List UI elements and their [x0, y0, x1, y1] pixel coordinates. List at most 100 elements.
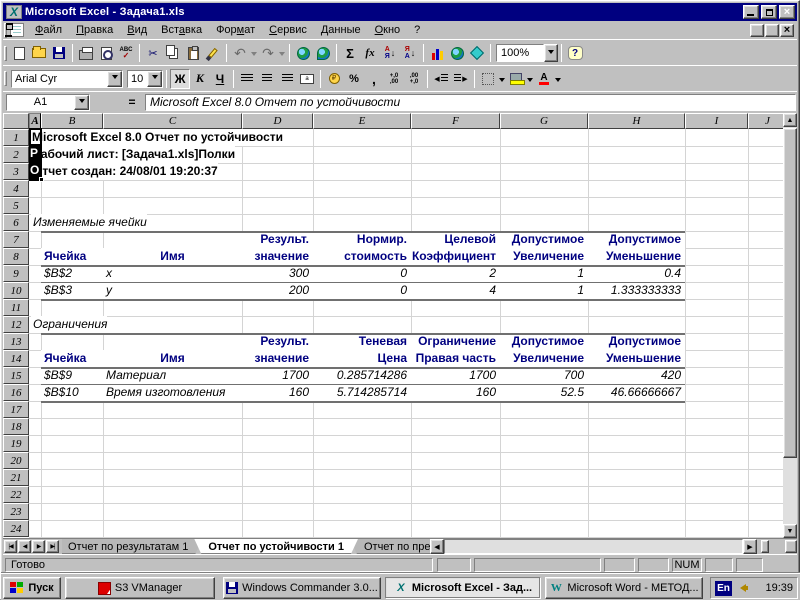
hscroll-left-button[interactable]: ◀ — [430, 539, 444, 554]
undo-dropdown-icon[interactable] — [251, 52, 257, 59]
cell-E14[interactable]: Цена — [313, 350, 411, 367]
column-header-J[interactable]: J — [748, 113, 787, 129]
cell-E10[interactable]: 0 — [313, 282, 411, 299]
cell-B14[interactable]: Ячейка — [41, 350, 103, 367]
align-center-button[interactable] — [257, 69, 277, 89]
cell-G13[interactable]: Допустимое — [500, 333, 588, 350]
cell-E15[interactable]: 0.285714286 — [313, 367, 411, 384]
cell-B15[interactable]: $B$9 — [41, 367, 103, 384]
toolbar-drag-handle[interactable] — [4, 45, 7, 61]
column-header-B[interactable]: B — [41, 113, 103, 129]
restore-button[interactable] — [761, 5, 777, 19]
spelling-button[interactable]: ABC ✓ — [116, 43, 136, 63]
vertical-scrollbar[interactable]: ▲ ▼ — [783, 113, 797, 538]
cell-F13[interactable]: Ограничение — [411, 333, 500, 350]
row-header-11[interactable]: 11 — [3, 299, 29, 316]
row-header-6[interactable]: 6 — [3, 214, 29, 231]
cell-C16[interactable]: Время изготовления — [103, 384, 242, 401]
row-header-13[interactable]: 13 — [3, 333, 29, 350]
row-header-22[interactable]: 22 — [3, 486, 29, 503]
font-name-combo[interactable]: Arial Cyr — [11, 69, 123, 88]
select-all-corner[interactable] — [3, 113, 29, 129]
cell-E16[interactable]: 5.714285714 — [313, 384, 411, 401]
cell-B16[interactable]: $B$10 — [41, 384, 103, 401]
column-header-D[interactable]: D — [242, 113, 313, 129]
save-button[interactable] — [49, 43, 69, 63]
edit-formula-button[interactable]: = — [122, 93, 142, 111]
menu-item[interactable]: ? — [407, 22, 427, 38]
cell-E8[interactable]: стоимость — [313, 248, 411, 265]
row-header-16[interactable]: 16 — [3, 384, 29, 401]
cell-C10[interactable]: y — [103, 282, 242, 299]
cell-E13[interactable]: Теневая — [313, 333, 411, 350]
sheet-close-button[interactable]: × — [780, 23, 794, 37]
percent-style-button[interactable]: % — [344, 69, 364, 89]
print-button[interactable] — [76, 43, 96, 63]
row-header-2[interactable]: 2 — [3, 146, 29, 163]
zoom-control[interactable]: 100% — [496, 44, 544, 62]
currency-style-button[interactable]: ₽ — [324, 69, 344, 89]
menu-item[interactable]: Формат — [209, 22, 262, 38]
menu-item[interactable]: Окно — [368, 22, 408, 38]
cell-D8[interactable]: значение — [242, 248, 313, 265]
row-header-9[interactable]: 9 — [3, 265, 29, 282]
format-toolbar-drag-handle[interactable] — [4, 71, 7, 86]
name-box-dropdown[interactable] — [74, 94, 89, 110]
row-header-3[interactable]: 3 — [3, 163, 29, 180]
cell-G16[interactable]: 52.5 — [500, 384, 588, 401]
next-sheet-button[interactable]: ▶ — [32, 540, 45, 553]
horizontal-scrollbar[interactable] — [444, 539, 743, 554]
cell-D13[interactable]: Результ. — [242, 333, 313, 350]
taskbar-task[interactable]: W Microsoft Word - МЕТОД... — [545, 577, 703, 599]
column-header-E[interactable]: E — [313, 113, 411, 129]
last-sheet-button[interactable]: ▶| — [46, 540, 59, 553]
cell-A3[interactable]: Отчет создан: 24/08/01 19:20:37 — [31, 163, 218, 180]
minimize-button[interactable] — [743, 5, 759, 19]
menu-item[interactable]: Данные — [314, 22, 368, 38]
decrease-indent-button[interactable]: ◀ — [431, 69, 451, 89]
cell-G7[interactable]: Допустимое — [500, 231, 588, 248]
menu-item[interactable]: Правка — [69, 22, 120, 38]
menu-item[interactable]: Сервис — [262, 22, 314, 38]
decrease-decimal-button[interactable]: ,00 +,0 — [404, 69, 424, 89]
sheet-minimize-button[interactable] — [5, 23, 764, 37]
cell-D15[interactable]: 1700 — [242, 367, 313, 384]
volume-icon[interactable] — [736, 584, 748, 592]
fill-color-dropdown-icon[interactable] — [527, 77, 533, 85]
menu-item[interactable]: Вставка — [154, 22, 209, 38]
web-toolbar-button[interactable] — [313, 43, 333, 63]
cell-F15[interactable]: 1700 — [411, 367, 500, 384]
format-painter-button[interactable] — [203, 43, 223, 63]
selected-cell-A1[interactable]: M — [29, 128, 42, 146]
cell-E7[interactable]: Нормир. — [313, 231, 411, 248]
borders-dropdown-icon[interactable] — [499, 77, 505, 85]
cell-F14[interactable]: Правая часть — [411, 350, 500, 367]
formula-input[interactable]: Microsoft Excel 8.0 Отчет по устойчивост… — [145, 93, 796, 111]
row-header-8[interactable]: 8 — [3, 248, 29, 265]
column-header-A[interactable]: A — [29, 113, 41, 129]
cell-H8[interactable]: Уменьшение — [588, 248, 685, 265]
column-header-G[interactable]: G — [500, 113, 588, 129]
row-header-24[interactable]: 24 — [3, 520, 29, 537]
comma-style-button[interactable]: , — [364, 69, 384, 89]
row-header-21[interactable]: 21 — [3, 469, 29, 486]
paste-function-button[interactable]: fx — [360, 43, 380, 63]
row-header-12[interactable]: 12 — [3, 316, 29, 333]
cell-G8[interactable]: Увеличение — [500, 248, 588, 265]
cell-H13[interactable]: Допустимое — [588, 333, 685, 350]
taskbar-task[interactable]: S3 VManager — [65, 577, 215, 599]
row-header-23[interactable]: 23 — [3, 503, 29, 520]
row-header-19[interactable]: 19 — [3, 435, 29, 452]
menu-item[interactable]: Файл — [28, 22, 69, 38]
drawing-button[interactable] — [467, 43, 487, 63]
help-button[interactable]: ? — [565, 43, 585, 63]
copy-button[interactable] — [163, 43, 183, 63]
cell-A2[interactable]: Рабочий лист: [Задача1.xls]Полки — [31, 146, 236, 163]
cell-H9[interactable]: 0.4 — [588, 265, 685, 282]
column-header-H[interactable]: H — [588, 113, 685, 129]
fill-color-button[interactable] — [506, 69, 526, 89]
underline-button[interactable]: Ч — [210, 69, 230, 89]
font-size-combo[interactable]: 10 — [127, 69, 163, 88]
font-color-button[interactable]: А — [534, 69, 554, 89]
taskbar-task[interactable]: Windows Commander 3.0... — [223, 577, 381, 599]
